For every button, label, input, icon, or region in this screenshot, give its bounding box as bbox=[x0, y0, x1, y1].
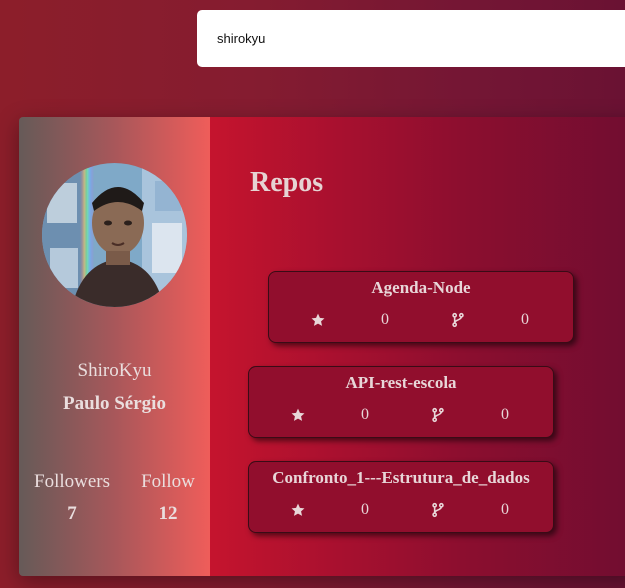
followers-stat: Followers 7 bbox=[27, 471, 117, 525]
repo-card[interactable]: Agenda-Node 0 0 bbox=[268, 271, 574, 343]
git-fork-icon bbox=[449, 308, 467, 332]
full-name: Paulo Sérgio bbox=[63, 393, 166, 414]
star-icon bbox=[289, 498, 307, 522]
fork-count: 0 bbox=[501, 406, 509, 423]
star-count: 0 bbox=[361, 406, 369, 423]
search-bar[interactable] bbox=[197, 10, 625, 67]
repo-stats: 0 0 bbox=[289, 498, 523, 522]
repo-card[interactable]: API-rest-escola 0 0 bbox=[248, 366, 554, 438]
star-count: 0 bbox=[361, 501, 369, 518]
followers-label: Followers bbox=[34, 471, 110, 492]
repo-name: Confronto_1---Estrutura_de_dados bbox=[272, 468, 530, 487]
search-input[interactable] bbox=[217, 31, 617, 46]
followers-count: 7 bbox=[67, 503, 77, 524]
git-fork-icon bbox=[429, 498, 447, 522]
following-count: 12 bbox=[158, 503, 178, 524]
repos-title: Repos bbox=[250, 167, 324, 198]
avatar bbox=[42, 163, 187, 307]
star-icon bbox=[309, 308, 327, 332]
star-icon bbox=[289, 403, 307, 427]
git-fork-icon bbox=[429, 403, 447, 427]
repo-stats: 0 0 bbox=[289, 403, 523, 427]
profile-card: ShiroKyu Paulo Sérgio Followers 7 Follow… bbox=[19, 117, 625, 576]
repos-panel: Repos Agenda-Node 0 0 API-rest-escola 0 bbox=[210, 117, 625, 576]
star-count: 0 bbox=[381, 311, 389, 328]
fork-count: 0 bbox=[501, 501, 509, 518]
repo-card[interactable]: Confronto_1---Estrutura_de_dados 0 0 bbox=[248, 461, 554, 533]
profile-panel: ShiroKyu Paulo Sérgio Followers 7 Follow… bbox=[19, 117, 210, 576]
username: ShiroKyu bbox=[77, 360, 152, 381]
repo-name: API-rest-escola bbox=[345, 373, 457, 392]
fork-count: 0 bbox=[521, 311, 529, 328]
following-stat: Follow 12 bbox=[123, 471, 213, 525]
repo-stats: 0 0 bbox=[309, 308, 543, 332]
following-label: Follow bbox=[141, 471, 195, 492]
repo-name: Agenda-Node bbox=[371, 278, 471, 297]
